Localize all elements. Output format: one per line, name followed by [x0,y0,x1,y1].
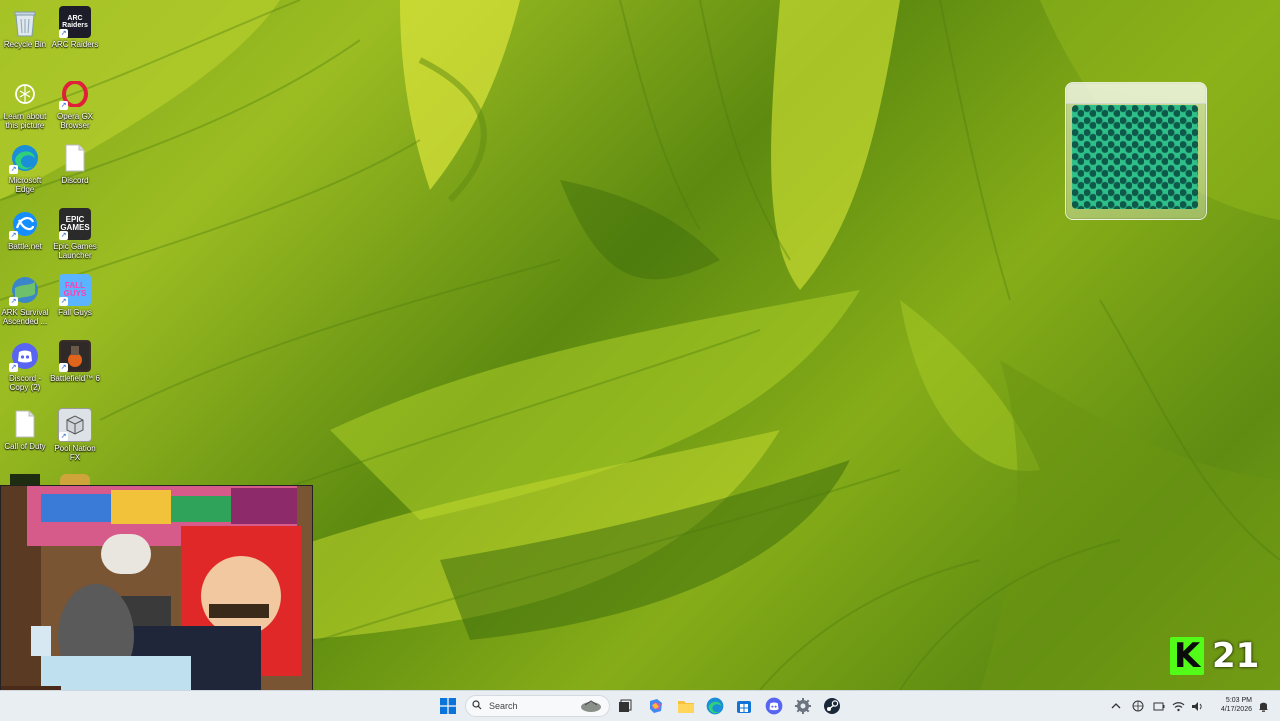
desktop-icon-label: ARC Raiders [51,40,99,49]
desktop-icon-label: Microsoft Edge [8,176,42,194]
edge-icon[interactable] [704,695,726,717]
network-icon[interactable] [1129,695,1147,717]
desktop-icon-battlenet[interactable]: ↗ Battle.net [0,208,50,251]
settings-icon[interactable] [792,695,814,717]
desktop-icon-pool-nation[interactable]: ↗ Pool Nation FX [50,408,100,462]
desktop-icon-label: Epic Games Launcher [53,242,97,260]
desktop-icon-label: Recycle Bin [3,40,47,49]
epic-games-icon: EPIC GAMES ↗ [59,208,91,240]
volume-icon[interactable] [1188,695,1206,717]
pool-nation-icon: ↗ [58,408,92,442]
camera-icon [9,78,41,110]
search-placeholder: Search [489,701,518,711]
notification-icon[interactable] [1255,695,1271,717]
jar-contents [1072,105,1198,209]
desktop-icon-label: Fall Guys [58,308,92,317]
desktop-icon-opera-gx[interactable]: ↗ Opera GX Browser [50,78,100,130]
arc-raiders-icon: ARC Raiders ↗ [59,6,91,38]
wifi-icon[interactable] [1169,695,1187,717]
edge-icon: ↗ [9,142,41,174]
file-icon [9,408,41,440]
kick-logo-icon: K [1170,637,1204,675]
desktop-icon-battlefield[interactable]: ↗ Battlefield™ 6 [50,340,100,383]
desktop-icon-learn-picture[interactable]: Learn about this picture [0,78,50,130]
battlefield-icon: ↗ [59,340,91,372]
desktop-icon-label: Call of Duty [4,442,46,451]
desktop-icon-label: Battlefield™ 6 [50,374,100,383]
desktop-icon-label: ARK Survival Ascended ... [1,308,49,326]
recycle-bin-icon [9,6,41,38]
ark-icon: ↗ [9,274,41,306]
desktop-icon-call-of-duty[interactable]: Call of Duty [0,408,50,451]
opera-gx-icon: ↗ [59,78,91,110]
desktop-icon-fall-guys[interactable]: FALL GUYS ↗ Fall Guys [50,274,100,317]
discord-icon: ↗ [9,340,41,372]
task-view-icon[interactable] [614,695,636,717]
desktop-icon-label: Opera GX Browser [56,112,93,130]
desktop-icon-label: Battle.net [8,242,42,251]
webcam-overlay [0,485,313,720]
search-highlight-icon [581,700,601,712]
windows-start-icon[interactable] [437,695,459,717]
desktop-icon-epic[interactable]: EPIC GAMES ↗ Epic Games Launcher [50,208,100,260]
desktop-icon-arc-raiders[interactable]: ARC Raiders ↗ ARC Raiders [50,6,100,49]
jar-lid [1066,83,1206,104]
taskbar-clock[interactable]: 5:03 PM 4/17/2026 [1210,696,1252,714]
desktop-icon-edge[interactable]: ↗ Microsoft Edge [0,142,50,194]
jar-widget [1065,82,1207,220]
taskbar-search-input[interactable]: Search [465,695,610,717]
taskbar: Search 5:03 PM 4/17/2026 [0,690,1280,721]
desktop-icon-recycle-bin[interactable]: Recycle Bin [0,6,50,49]
copilot-icon[interactable] [645,695,667,717]
viewer-count: 21 [1212,636,1260,676]
desktop-icon-ark[interactable]: ↗ ARK Survival Ascended ... [0,274,50,326]
battlenet-icon: ↗ [9,208,41,240]
microsoft-store-icon[interactable] [733,695,755,717]
desktop-icon-label: Pool Nation FX [54,444,96,462]
battery-icon[interactable] [1150,695,1168,717]
desktop-icon-label: Learn about this picture [3,112,47,130]
desktop-icon-discord-file[interactable]: Discord [50,142,100,185]
desktop-icon-discord-copy[interactable]: ↗ Discord - Copy (2) [0,340,50,392]
chevron-up-icon[interactable] [1107,695,1125,717]
clock-time: 5:03 PM [1225,697,1252,704]
file-explorer-icon[interactable] [675,695,697,717]
search-icon [472,700,482,710]
fall-guys-icon: FALL GUYS ↗ [59,274,91,306]
desktop-icon-label: Discord - Copy (2) [8,374,41,392]
steam-icon[interactable] [821,695,843,717]
file-icon [59,142,91,174]
discord-icon[interactable] [763,695,785,717]
desktop-icon-label: Discord [61,176,89,185]
clock-date: 4/17/2026 [1220,706,1252,713]
viewer-count-overlay: K 21 [1170,636,1259,676]
